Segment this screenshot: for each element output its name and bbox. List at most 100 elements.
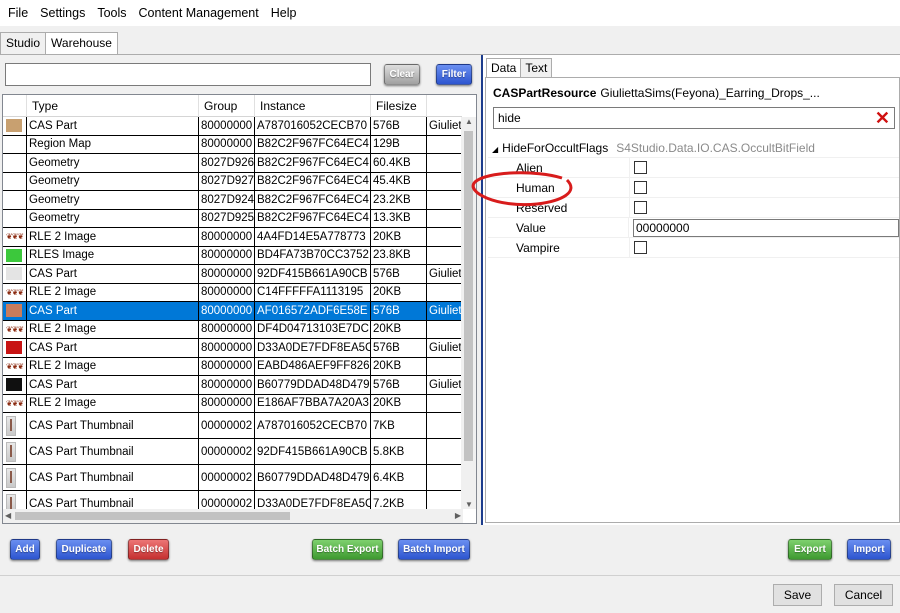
property-search-input[interactable]: hide ✕ (493, 107, 895, 129)
cell-type: CAS Part Thumbnail (27, 465, 199, 490)
property-name: Reserved (516, 200, 568, 215)
cell-size: 576B (371, 302, 427, 320)
row-icon-cell: ❦❦❦ (3, 283, 27, 301)
cell-extra (427, 321, 462, 339)
cell-type: CAS Part (27, 265, 199, 283)
vertical-scrollbar[interactable]: ▲ ▼ (461, 117, 476, 509)
filter-button[interactable]: Filter (436, 64, 472, 85)
horizontal-scrollbar[interactable]: ◀ ▶ (3, 509, 463, 523)
cancel-button[interactable]: Cancel (834, 584, 893, 606)
scroll-down-icon[interactable]: ▼ (465, 500, 473, 509)
add-button[interactable]: Add (10, 539, 40, 560)
table-row[interactable]: ❦❦❦ RLE 2 Image 80000000 EABD486AEF9FF826 20… (3, 357, 463, 376)
table-row[interactable]: ❦❦❦ RLE 2 Image 80000000 E186AF7BBA7A20A3 20… (3, 394, 463, 413)
menu-file[interactable]: File (2, 0, 34, 26)
table-row[interactable]: Region Map 80000000 B82C2F967FC64EC4 129B (3, 135, 463, 154)
cell-extra: Giuliet (429, 304, 462, 317)
cell-instance: 92DF415B661A90CB (255, 439, 371, 464)
table-row[interactable]: Geometry 8027D927 B82C2F967FC64EC4 45.4KB (3, 172, 463, 191)
column-header-extra[interactable] (427, 95, 462, 117)
cell-group: 8027D927 (199, 172, 255, 190)
table-row[interactable]: Geometry 8027D925 B82C2F967FC64EC4 13.3KB (3, 209, 463, 228)
row-icon-cell: ❦❦❦ (3, 357, 27, 375)
cell-instance: B60779DDAD48D479 (255, 465, 371, 490)
panel-content: CASPartResource GiuliettaSims(Feyona)_Ear… (485, 77, 900, 523)
row-icon-cell (3, 191, 27, 209)
cell-type: Geometry (27, 209, 199, 227)
cell-instance: A787016052CECB70 (255, 413, 371, 438)
property-category[interactable]: ◢ HideForOccultFlags S4Studio.Data.IO.CAS… (488, 138, 899, 158)
property-checkbox[interactable] (634, 201, 647, 214)
thumbnail-icon (6, 415, 16, 436)
cell-size: 576B (371, 339, 427, 357)
table-row[interactable]: CAS Part 80000000 A787016052CECB70 576B Giul… (3, 117, 463, 136)
clear-search-icon[interactable]: ✕ (875, 108, 890, 128)
table-row[interactable]: CAS Part 80000000 92DF415B661A90CB 576B Giul… (3, 265, 463, 284)
cell-type: CAS Part Thumbnail (27, 439, 199, 464)
table-row[interactable]: Geometry 8027D924 B82C2F967FC64EC4 23.2KB (3, 191, 463, 210)
cell-type: CAS Part (27, 302, 199, 320)
category-name: HideForOccultFlags (502, 140, 609, 155)
cell-type: CAS Part Thumbnail (27, 413, 199, 438)
cell-instance: EABD486AEF9FF826 (255, 357, 371, 375)
row-icon-cell (3, 117, 27, 135)
column-header-group[interactable]: Group (199, 95, 255, 117)
delete-button[interactable]: Delete (128, 539, 169, 560)
cell-instance: D33A0DE7FDF8EA5C (255, 339, 371, 357)
batch-import-button[interactable]: Batch Import (398, 539, 470, 560)
menu-tools[interactable]: Tools (91, 0, 132, 26)
category-expander[interactable]: ◢ HideForOccultFlags (488, 141, 608, 155)
property-text-field[interactable]: 00000000 (633, 218, 899, 237)
property-checkbox[interactable] (634, 161, 647, 174)
row-icon-cell (3, 209, 27, 227)
duplicate-button[interactable]: Duplicate (56, 539, 112, 560)
thumbnail-icon (6, 467, 16, 488)
import-button[interactable]: Import (847, 539, 891, 560)
table-row[interactable]: CAS Part 80000000 D33A0DE7FDF8EA5C 576B Giul… (3, 339, 463, 358)
save-button[interactable]: Save (773, 584, 822, 606)
search-input[interactable] (5, 63, 371, 86)
table-row[interactable]: CAS Part 80000000 B60779DDAD48D479 576B Giul… (3, 376, 463, 395)
export-button[interactable]: Export (788, 539, 832, 560)
property-value (629, 198, 899, 217)
column-header-instance[interactable]: Instance (255, 95, 371, 117)
table-row[interactable]: CAS Part Thumbnail 00000002 A787016052CECB… (3, 413, 463, 439)
vertical-scroll-thumb[interactable] (464, 131, 473, 461)
tab-text[interactable]: Text (520, 58, 553, 78)
cell-extra (427, 191, 462, 209)
cell-group: 80000000 (199, 376, 255, 394)
clear-button[interactable]: Clear (384, 64, 420, 85)
scroll-right-icon[interactable]: ▶ (455, 511, 461, 520)
table-row[interactable]: CAS Part Thumbnail 00000002 B60779DDAD48D4… (3, 465, 463, 491)
cell-size: 576B (371, 265, 427, 283)
table-row[interactable]: CAS Part 80000000 AF016572ADF6E58E 576B Giul… (3, 302, 463, 321)
property-checkbox[interactable] (634, 181, 647, 194)
table-row[interactable]: ❦❦❦ RLE 2 Image 80000000 4A4FD14E5A778773 20… (3, 228, 463, 247)
property-value (629, 178, 899, 197)
column-header-icon[interactable] (3, 95, 27, 117)
table-row[interactable]: CAS Part Thumbnail 00000002 92DF415B661A90… (3, 439, 463, 465)
cell-instance: E186AF7BBA7A20A3 (255, 394, 371, 412)
horizontal-scroll-thumb[interactable] (15, 512, 290, 520)
tab-data[interactable]: Data (486, 58, 522, 78)
column-header-filesize[interactable]: Filesize (371, 95, 427, 117)
property-name: Vampire (516, 240, 560, 255)
cell-extra: Giuliet (429, 119, 462, 132)
collapse-triangle-icon[interactable]: ◢ (492, 145, 498, 154)
table-row[interactable]: ❦❦❦ RLE 2 Image 80000000 C14FFFFFA1113195 20… (3, 283, 463, 302)
property-checkbox[interactable] (634, 241, 647, 254)
batch-export-button[interactable]: Batch Export (312, 539, 383, 560)
scroll-up-icon[interactable]: ▲ (465, 117, 473, 126)
tab-studio[interactable]: Studio (0, 32, 47, 54)
column-header-type[interactable]: Type (27, 95, 199, 117)
menu-settings[interactable]: Settings (34, 0, 91, 26)
row-icon-cell (3, 302, 27, 320)
menu-help[interactable]: Help (265, 0, 303, 26)
table-row[interactable]: Geometry 8027D926 B82C2F967FC64EC4 60.4KB (3, 154, 463, 173)
tab-warehouse[interactable]: Warehouse (45, 32, 118, 55)
scroll-left-icon[interactable]: ◀ (5, 511, 11, 520)
menu-content-management[interactable]: Content Management (133, 0, 265, 26)
cell-extra (427, 439, 462, 464)
table-row[interactable]: RLES Image 80000000 BD4FA73B70CC3752 23.8KB (3, 246, 463, 265)
table-row[interactable]: ❦❦❦ RLE 2 Image 80000000 DF4D04713103E7DC 20… (3, 320, 463, 339)
